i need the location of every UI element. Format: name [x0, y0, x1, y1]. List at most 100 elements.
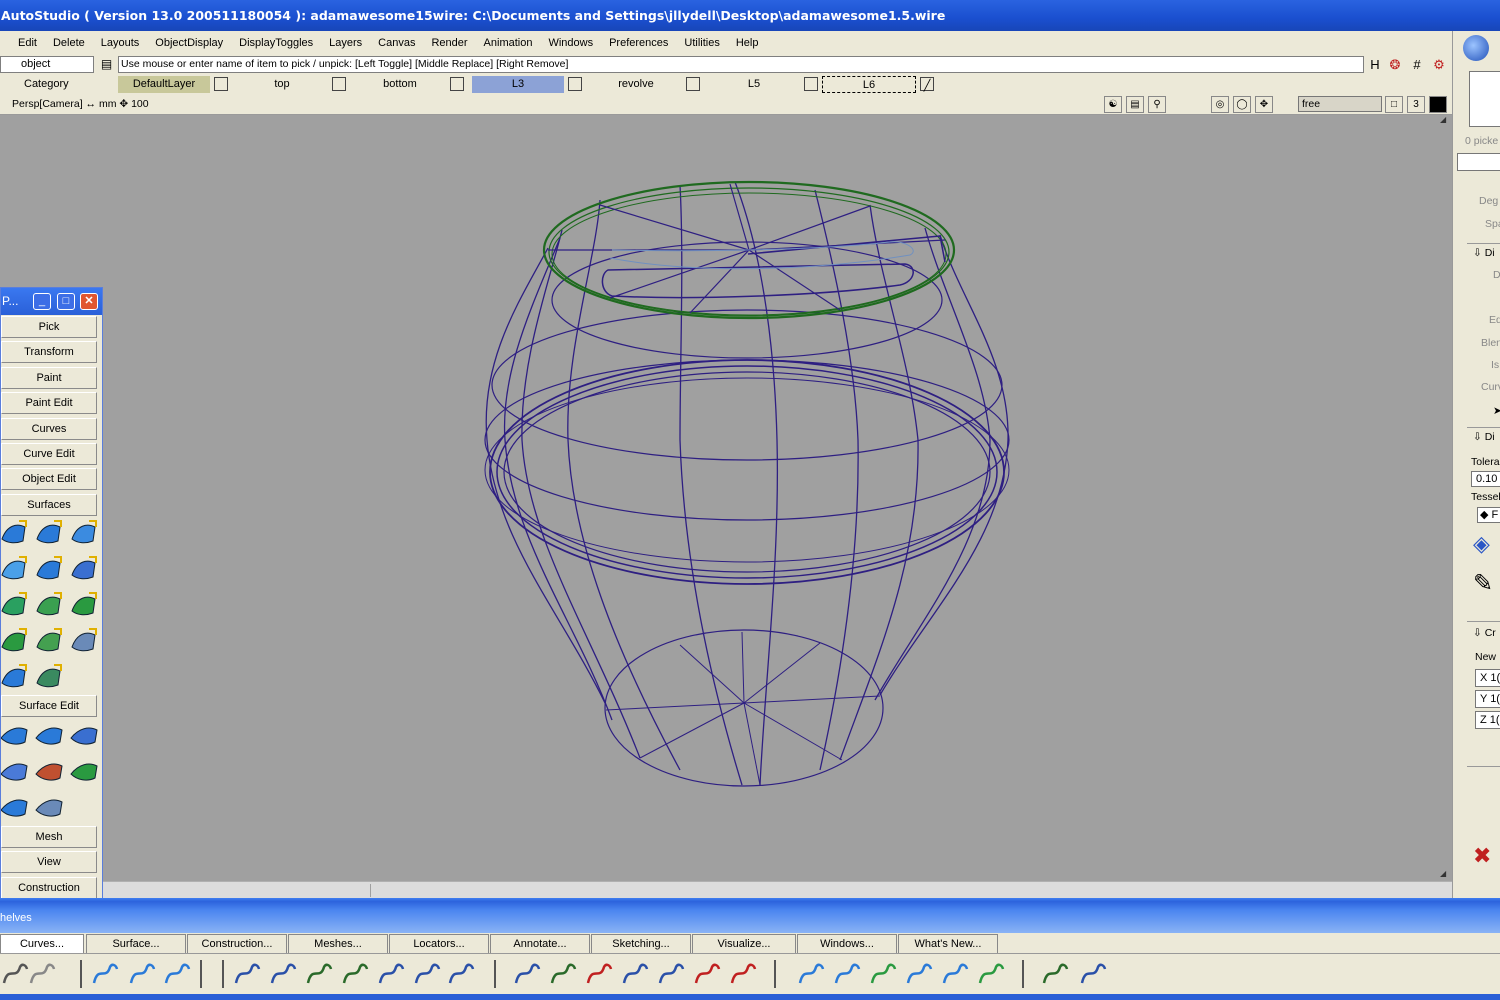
shelf-tool-icon[interactable]	[548, 959, 578, 989]
section-construction-header[interactable]: ⇩ Cr	[1473, 627, 1496, 639]
palette-transform-button[interactable]: Transform	[1, 341, 97, 363]
pick-locator-icon[interactable]: ⚙	[1430, 56, 1448, 74]
shelf-tool-icon[interactable]	[340, 959, 370, 989]
ink-pen-icon[interactable]: ✎	[1473, 569, 1493, 598]
menu-edit[interactable]: Edit	[10, 37, 45, 49]
shelf-tab-annotate[interactable]: Annotate...	[490, 934, 590, 953]
surface-edit-tool-icon[interactable]	[34, 790, 64, 820]
palette-surfaces-button[interactable]: Surfaces	[1, 494, 97, 516]
pick-point-icon[interactable]: ❂	[1386, 56, 1404, 74]
shelf-tool-icon[interactable]	[1078, 959, 1108, 989]
shelf-tool-icon[interactable]	[232, 959, 262, 989]
viewport-resize-icon[interactable]: ◢	[1440, 115, 1451, 126]
menu-displaytoggles[interactable]: DisplayToggles	[231, 37, 321, 49]
surface-tool-icon[interactable]	[1, 517, 29, 547]
surface-edit-tool-icon[interactable]	[1, 754, 29, 784]
layer-visibility-icon[interactable]	[686, 77, 700, 91]
section-display-header[interactable]: ⇩ Di	[1473, 247, 1495, 259]
snap-grid-icon[interactable]: #	[1408, 56, 1426, 74]
palette-mesh-button[interactable]: Mesh	[1, 826, 97, 848]
layer-visibility-icon[interactable]	[804, 77, 818, 91]
shelf-tool-icon[interactable]	[0, 959, 30, 989]
delete-tool-icon[interactable]: ✖	[1473, 843, 1491, 869]
palette-view-button[interactable]: View	[1, 851, 97, 873]
palette-curve-edit-button[interactable]: Curve Edit	[1, 443, 97, 465]
surface-tool-icon[interactable]	[69, 553, 99, 583]
shelf-tool-icon[interactable]	[904, 959, 934, 989]
palette-surface-edit-button[interactable]: Surface Edit	[1, 695, 97, 717]
layer-l6[interactable]: L6 ╱	[822, 76, 936, 93]
prompt-line-input[interactable]: Use mouse or enter name of item to pick …	[118, 56, 1364, 73]
maximize-window-icon[interactable]: □	[1385, 96, 1403, 113]
close-icon[interactable]: ✕	[80, 293, 98, 310]
section-display-header-2[interactable]: ⇩ Di	[1473, 431, 1495, 443]
shelf-tab-surface[interactable]: Surface...	[86, 934, 186, 953]
surface-tool-icon[interactable]	[34, 625, 64, 655]
surface-tool-icon[interactable]	[69, 517, 99, 547]
palette-title-bar[interactable]: P... _ □ ✕	[1, 288, 102, 315]
surface-tool-icon[interactable]	[69, 625, 99, 655]
prompt-history-icon[interactable]: ▤	[99, 57, 114, 72]
shelf-tab-visualize[interactable]: Visualize...	[692, 934, 796, 953]
panel-field[interactable]	[1457, 153, 1500, 171]
window-number[interactable]: 3	[1407, 96, 1425, 113]
look-at-icon[interactable]: ◎	[1211, 96, 1229, 113]
shelf-tool-icon[interactable]	[656, 959, 686, 989]
hotkey-icon[interactable]: H	[1366, 56, 1384, 74]
shelf-tool-icon[interactable]	[412, 959, 442, 989]
shelf-tool-icon[interactable]	[728, 959, 758, 989]
shelf-tool-icon[interactable]	[832, 959, 862, 989]
menu-objectdisplay[interactable]: ObjectDisplay	[147, 37, 231, 49]
shelf-tool-icon[interactable]	[1040, 959, 1070, 989]
menu-render[interactable]: Render	[423, 37, 475, 49]
layer-l3[interactable]: L3	[472, 76, 584, 93]
palette-pick-button[interactable]: Pick	[1, 316, 97, 338]
shelf-tool-icon[interactable]	[376, 959, 406, 989]
perspective-icon[interactable]: ◯	[1233, 96, 1251, 113]
menu-help[interactable]: Help	[728, 37, 767, 49]
shelf-tab-windows[interactable]: Windows...	[797, 934, 897, 953]
palette-object-edit-button[interactable]: Object Edit	[1, 468, 97, 490]
menu-utilities[interactable]: Utilities	[676, 37, 727, 49]
menu-delete[interactable]: Delete	[45, 37, 93, 49]
shelf-tool-icon[interactable]	[796, 959, 826, 989]
surface-tool-icon[interactable]	[1, 589, 29, 619]
maximize-icon[interactable]: □	[57, 293, 75, 310]
layer-visibility-icon[interactable]	[332, 77, 346, 91]
shelf-tab-meshes[interactable]: Meshes...	[288, 934, 388, 953]
shelf-tool-icon[interactable]	[584, 959, 614, 989]
globe-icon[interactable]	[1463, 35, 1489, 61]
palette-paint-button[interactable]: Paint	[1, 367, 97, 389]
shelf-tool-icon[interactable]	[692, 959, 722, 989]
layer-defaultlayer[interactable]: DefaultLayer	[118, 76, 230, 93]
surface-icon[interactable]: ◈	[1473, 531, 1490, 557]
surface-tool-icon[interactable]	[1, 625, 29, 655]
shelf-tab-sketching[interactable]: Sketching...	[591, 934, 691, 953]
tumble-icon[interactable]: ☯	[1104, 96, 1122, 113]
palette-paint-edit-button[interactable]: Paint Edit	[1, 392, 97, 414]
shelf-tool-icon[interactable]	[162, 959, 192, 989]
menu-layouts[interactable]: Layouts	[93, 37, 148, 49]
layer-l5[interactable]: L5	[708, 76, 820, 93]
layer-visibility-icon[interactable]: ╱	[920, 77, 934, 92]
shelf-tool-icon[interactable]	[90, 959, 120, 989]
layer-revolve[interactable]: revolve	[590, 76, 702, 93]
surface-tool-icon[interactable]	[34, 553, 64, 583]
shelf-tool-icon[interactable]	[304, 959, 334, 989]
menu-canvas[interactable]: Canvas	[370, 37, 423, 49]
palette-construction-button[interactable]: Construction	[1, 877, 97, 899]
viewport-resize-corner-icon[interactable]: ◢	[1440, 869, 1451, 880]
surface-tool-icon[interactable]	[34, 589, 64, 619]
shelf-tool-icon[interactable]	[976, 959, 1006, 989]
surface-tool-icon[interactable]	[1, 661, 29, 691]
layer-visibility-icon[interactable]	[214, 77, 228, 91]
menu-windows[interactable]: Windows	[540, 37, 601, 49]
category-label[interactable]: Category	[0, 75, 94, 94]
window-close-icon[interactable]	[1429, 96, 1447, 113]
x-input[interactable]: X 1(	[1475, 669, 1500, 687]
shelf-tool-icon[interactable]	[868, 959, 898, 989]
shelf-tab-curves[interactable]: Curves...	[0, 934, 84, 953]
surface-tool-icon[interactable]	[69, 589, 99, 619]
surface-tool-icon[interactable]	[34, 517, 64, 547]
shelf-tab-construction[interactable]: Construction...	[187, 934, 287, 953]
